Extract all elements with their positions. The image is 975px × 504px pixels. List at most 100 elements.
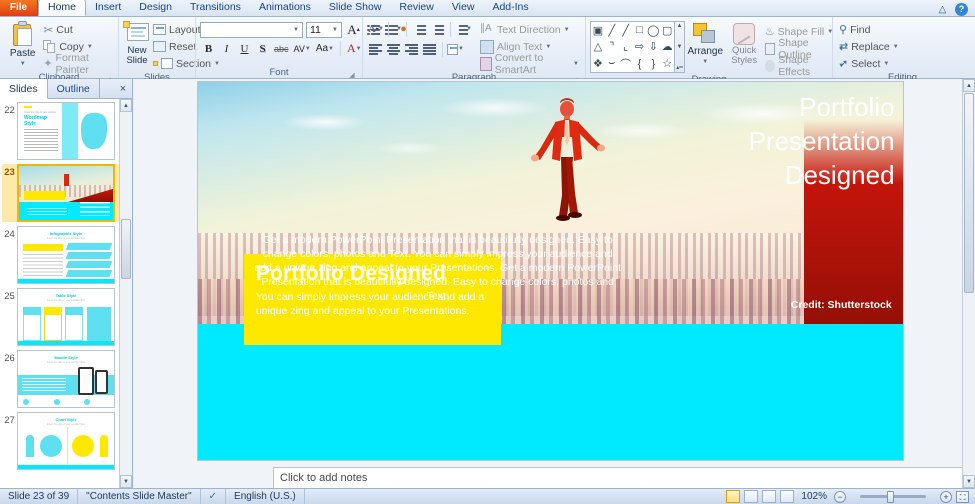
- select-button[interactable]: ➚ Select ▼: [837, 55, 901, 72]
- font-dialog-launcher[interactable]: ◢: [348, 70, 356, 79]
- shape-right-brace-icon[interactable]: }: [651, 58, 655, 70]
- paste-dropdown-icon[interactable]: ▼: [20, 59, 26, 70]
- shape-curve-icon[interactable]: ⌣: [608, 57, 615, 70]
- justify-button[interactable]: [421, 41, 438, 57]
- shape-elbow-icon[interactable]: ⌝: [609, 40, 614, 53]
- new-slide-button[interactable]: New Slide: [123, 19, 151, 66]
- tab-transitions[interactable]: Transitions: [181, 0, 250, 16]
- panel-tab-slides[interactable]: Slides: [0, 79, 48, 99]
- thumbnail-slide-22[interactable]: 22 Insert the title of your subtitle Wor…: [2, 102, 119, 160]
- shape-arc-icon[interactable]: ⌒: [620, 56, 631, 72]
- character-spacing-button[interactable]: AV ▼: [292, 40, 313, 57]
- underline-button[interactable]: U: [236, 40, 253, 57]
- thumbnail-slide-23[interactable]: 23: [2, 164, 119, 222]
- shape-down-arrow-icon[interactable]: ⇩: [649, 40, 658, 53]
- shape-left-brace-icon[interactable]: {: [638, 58, 642, 70]
- thumbnail-image[interactable]: Infographic Style Insert the title of yo…: [17, 226, 115, 284]
- align-center-button[interactable]: [385, 41, 402, 57]
- shape-rounded-rect-icon[interactable]: ▢: [662, 24, 672, 37]
- tab-design[interactable]: Design: [130, 0, 181, 16]
- font-size-input[interactable]: 11 ▼: [306, 21, 342, 38]
- thumbnail-image[interactable]: Insert the title of your subtitle Wordma…: [17, 102, 115, 160]
- shape-elbow2-icon[interactable]: ⌞: [623, 40, 628, 53]
- slide-counter[interactable]: Slide 23 of 39: [0, 488, 79, 504]
- normal-view-button[interactable]: [726, 490, 741, 503]
- slide-scroll-down-icon[interactable]: ▼: [963, 475, 975, 488]
- theme-name[interactable]: "Contents Slide Master": [78, 488, 201, 504]
- zoom-out-button[interactable]: −: [834, 490, 846, 503]
- scrollbar-thumb[interactable]: [121, 219, 131, 279]
- panel-tab-outline[interactable]: Outline: [48, 79, 100, 99]
- close-panel-icon[interactable]: ×: [114, 79, 132, 98]
- convert-to-smartart-button[interactable]: Convert to SmartArt ▼: [478, 52, 581, 76]
- slide-scrollbar-thumb[interactable]: [964, 93, 974, 293]
- slide-sorter-view-button[interactable]: [744, 490, 759, 503]
- reading-view-button[interactable]: [762, 490, 777, 503]
- thumbnail-slide-25[interactable]: 25 Table Style Insert the title of your …: [2, 288, 119, 346]
- scroll-down-icon[interactable]: ▼: [120, 475, 132, 488]
- paste-button[interactable]: Paste ▼: [4, 19, 41, 70]
- current-slide[interactable]: Portfolio Designed You can simply impres…: [198, 82, 903, 460]
- shape-textbox-icon[interactable]: ▣: [593, 24, 603, 37]
- zoom-slider-handle[interactable]: [886, 490, 894, 503]
- file-tab[interactable]: File: [0, 0, 38, 16]
- change-case-button[interactable]: Aa ▼: [314, 40, 336, 57]
- slide-scroll-up-icon[interactable]: ▲: [963, 79, 975, 92]
- font-name-input[interactable]: ▼: [200, 21, 303, 38]
- shapes-gallery-scrollbar[interactable]: ▲ ▼ ▴━: [675, 21, 685, 73]
- cut-button[interactable]: ✂ Cut: [41, 21, 114, 38]
- zoom-slider[interactable]: [850, 490, 936, 503]
- shape-freeform-icon[interactable]: ❖: [593, 57, 603, 70]
- line-spacing-button[interactable]: ▼: [455, 21, 472, 37]
- shapes-scroll-up-icon[interactable]: ▲: [677, 23, 683, 29]
- panel-scrollbar[interactable]: ▲ ▼: [119, 99, 132, 488]
- font-size-dropdown-icon[interactable]: ▼: [332, 27, 338, 33]
- columns-button[interactable]: ▼: [447, 41, 464, 57]
- text-shadow-button[interactable]: S: [254, 40, 271, 57]
- thumbnail-image[interactable]: Table Style Insert the title of your sub…: [17, 288, 115, 346]
- zoom-level[interactable]: 102%: [798, 491, 830, 502]
- bullets-button[interactable]: ▼: [367, 21, 384, 37]
- quick-styles-button[interactable]: Quick Styles: [726, 21, 763, 74]
- shape-rectangle-icon[interactable]: □: [636, 24, 643, 36]
- shape-arrow-icon[interactable]: ╱: [622, 24, 629, 37]
- tab-view[interactable]: View: [443, 0, 484, 16]
- arrange-dropdown-icon[interactable]: ▼: [702, 57, 708, 68]
- shapes-scroll-down-icon[interactable]: ▼: [677, 44, 683, 50]
- increase-indent-button[interactable]: [429, 21, 446, 37]
- slide-thumbnail-list[interactable]: 22 Insert the title of your subtitle Wor…: [0, 99, 119, 488]
- thumbnail-image[interactable]: Chart Style Insert the title of your sub…: [17, 412, 115, 470]
- tab-review[interactable]: Review: [390, 0, 442, 16]
- tab-add-ins[interactable]: Add-Ins: [483, 0, 537, 16]
- thumbnail-slide-26[interactable]: 26 Mobile Style Insert the title of your…: [2, 350, 119, 408]
- grow-font-button[interactable]: A ▴: [345, 21, 362, 38]
- tab-insert[interactable]: Insert: [86, 0, 130, 16]
- arrange-button[interactable]: Arrange ▼: [685, 21, 726, 74]
- slide-area-scrollbar[interactable]: ▲ ▼: [962, 79, 975, 488]
- fit-slide-icon[interactable]: ⛶: [956, 490, 969, 503]
- text-direction-button[interactable]: ∥A Text Direction ▼: [478, 21, 581, 38]
- find-button[interactable]: ⚲ Find: [837, 21, 901, 38]
- help-icon[interactable]: ?: [955, 3, 968, 16]
- shape-star-icon[interactable]: ☆: [662, 57, 672, 70]
- shape-line-icon[interactable]: ╱: [608, 24, 615, 37]
- thumbnail-slide-24[interactable]: 24 Infographic Style Insert the title of…: [2, 226, 119, 284]
- format-painter-button[interactable]: ✦ Format Painter: [41, 52, 114, 76]
- shape-right-arrow-icon[interactable]: ⇨: [635, 40, 644, 53]
- scroll-up-icon[interactable]: ▲: [120, 99, 132, 112]
- slide-show-view-button[interactable]: [780, 490, 795, 503]
- shape-cloud-icon[interactable]: ☁: [662, 40, 673, 53]
- replace-button[interactable]: ⇄ Replace ▼: [837, 38, 901, 55]
- tab-animations[interactable]: Animations: [250, 0, 320, 16]
- thumbnail-slide-27[interactable]: 27 Chart Style Insert the title of your …: [2, 412, 119, 470]
- tab-slide-show[interactable]: Slide Show: [320, 0, 391, 16]
- thumbnail-image[interactable]: Mobile Style Insert the title of your su…: [17, 350, 115, 408]
- decrease-indent-button[interactable]: [411, 21, 428, 37]
- font-color-button[interactable]: A ▼: [345, 40, 364, 57]
- shape-oval-icon[interactable]: ◯: [647, 24, 659, 37]
- shape-triangle-icon[interactable]: △: [594, 40, 602, 53]
- align-right-button[interactable]: [403, 41, 420, 57]
- align-left-button[interactable]: [367, 41, 384, 57]
- thumbnail-image[interactable]: [17, 164, 115, 222]
- font-name-dropdown-icon[interactable]: ▼: [293, 27, 299, 33]
